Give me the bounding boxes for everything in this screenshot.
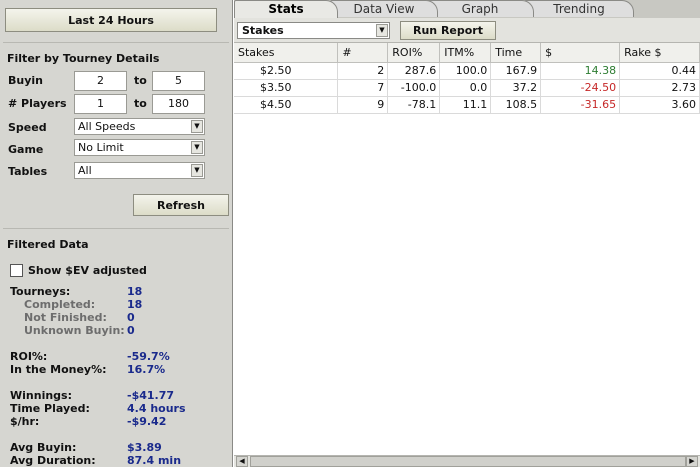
table-cell: -31.65: [540, 96, 621, 114]
buyin-label: Buyin: [8, 74, 43, 87]
stat-label: Time Played:: [10, 402, 90, 415]
chevron-down-icon[interactable]: ▼: [376, 24, 388, 37]
stat-label: Avg Duration:: [10, 454, 96, 467]
table-cell: 0.0: [439, 79, 492, 97]
arrow-left-icon[interactable]: ◀: [236, 456, 248, 467]
table-cell: 14.38: [540, 62, 621, 80]
stat-label: In the Money%:: [10, 363, 107, 376]
buyin-max-input[interactable]: 5: [152, 71, 205, 91]
table-cell: 287.6: [387, 62, 441, 80]
tab-data-view[interactable]: Data View: [330, 0, 438, 17]
table-cell: -24.50: [540, 79, 621, 97]
column-header-time[interactable]: Time: [490, 43, 542, 63]
stat-label: Completed:: [24, 298, 96, 311]
game-value: No Limit: [78, 141, 124, 154]
table-row[interactable]: $2.50 2 287.6 100.0 167.9 14.38 0.44: [234, 62, 700, 80]
stat-value: -$41.77: [127, 389, 175, 402]
table-cell: 0.44: [619, 62, 700, 80]
tab-stats[interactable]: Stats: [234, 0, 338, 18]
group-by-value: Stakes: [242, 24, 284, 37]
header-row: Stakes # ROI% ITM% Time $ Rake $: [234, 43, 700, 63]
table-cell: $2.50: [234, 62, 339, 80]
stat-label: Tourneys:: [10, 285, 71, 298]
players-label: # Players: [8, 97, 67, 110]
table-row[interactable]: $3.50 7 -100.0 0.0 37.2 -24.50 2.73: [234, 79, 700, 97]
table-cell: -78.1: [387, 96, 441, 114]
table-cell: 167.9: [490, 62, 542, 80]
table-cell: -100.0: [387, 79, 441, 97]
tab-graph[interactable]: Graph: [426, 0, 534, 17]
buyin-to-label: to: [134, 74, 147, 87]
divider: [3, 228, 229, 229]
stat-label: Avg Buyin:: [10, 441, 77, 454]
table-cell: 108.5: [490, 96, 542, 114]
chevron-down-icon[interactable]: ▼: [191, 164, 203, 177]
stat-value: 16.7%: [127, 363, 166, 376]
group-by-select[interactable]: Stakes ▼: [237, 22, 390, 39]
stat-value: 4.4 hours: [127, 402, 186, 415]
table-cell: $4.50: [234, 96, 339, 114]
stat-label: ROI%:: [10, 350, 48, 363]
tab-bar: Trending Graph Data View Stats: [234, 0, 700, 18]
stat-value: 18: [127, 298, 143, 311]
stat-label: Unknown Buyin:: [24, 324, 125, 337]
stat-value: 0: [127, 311, 135, 324]
chevron-down-icon[interactable]: ▼: [191, 120, 203, 133]
refresh-button[interactable]: Refresh: [133, 194, 229, 216]
speed-value: All Speeds: [78, 120, 136, 133]
last-24-hours-button[interactable]: Last 24 Hours: [5, 8, 217, 32]
table-cell: 11.1: [439, 96, 492, 114]
tables-value: All: [78, 164, 92, 177]
stat-label: $/hr:: [10, 415, 40, 428]
run-report-button[interactable]: Run Report: [400, 21, 496, 40]
tables-select[interactable]: All ▼: [74, 162, 205, 179]
stat-value: 87.4 min: [127, 454, 182, 467]
buyin-min-input[interactable]: 2: [74, 71, 127, 91]
table-cell: 9: [337, 96, 389, 114]
game-select[interactable]: No Limit ▼: [74, 139, 205, 156]
filter-panel: Last 24 Hours Filter by Tourney Details …: [0, 0, 233, 467]
players-max-input[interactable]: 180: [152, 94, 205, 114]
column-header-rake[interactable]: Rake $: [619, 43, 700, 63]
column-header-itm[interactable]: ITM%: [439, 43, 492, 63]
table-cell: $3.50: [234, 79, 339, 97]
stats-grid: Stakes # ROI% ITM% Time $ Rake $ $2.50 2…: [234, 43, 700, 455]
table-cell: 3.60: [619, 96, 700, 114]
players-to-label: to: [134, 97, 147, 110]
scrollbar-thumb[interactable]: [250, 456, 686, 467]
stat-value: -$9.42: [127, 415, 167, 428]
speed-select[interactable]: All Speeds ▼: [74, 118, 205, 135]
stat-value: -59.7%: [127, 350, 170, 363]
report-toolbar: Stakes ▼ Run Report: [234, 18, 700, 43]
table-row[interactable]: $4.50 9 -78.1 11.1 108.5 -31.65 3.60: [234, 96, 700, 114]
game-label: Game: [8, 143, 44, 156]
filter-section-title: Filter by Tourney Details: [7, 52, 160, 65]
table-cell: 100.0: [439, 62, 492, 80]
stat-label: Not Finished:: [24, 311, 107, 324]
stat-label: Winnings:: [10, 389, 72, 402]
chevron-down-icon[interactable]: ▼: [191, 141, 203, 154]
arrow-right-icon[interactable]: ▶: [686, 456, 698, 467]
column-header-count[interactable]: #: [337, 43, 389, 63]
table-cell: 2.73: [619, 79, 700, 97]
stat-value: 0: [127, 324, 135, 337]
column-header-winnings[interactable]: $: [540, 43, 621, 63]
tables-label: Tables: [8, 165, 48, 178]
table-cell: 7: [337, 79, 389, 97]
horizontal-scrollbar[interactable]: ◀ ▶: [234, 455, 700, 467]
players-min-input[interactable]: 1: [74, 94, 127, 114]
filtered-data-title: Filtered Data: [7, 238, 89, 251]
tab-trending[interactable]: Trending: [524, 0, 634, 17]
stat-value: $3.89: [127, 441, 162, 454]
speed-label: Speed: [8, 121, 47, 134]
table-cell: 37.2: [490, 79, 542, 97]
stats-table: Stakes # ROI% ITM% Time $ Rake $ $2.50 2…: [234, 43, 700, 114]
column-header-stakes[interactable]: Stakes: [234, 43, 339, 63]
stat-value: 18: [127, 285, 143, 298]
column-header-roi[interactable]: ROI%: [387, 43, 441, 63]
table-cell: 2: [337, 62, 389, 80]
show-ev-checkbox[interactable]: [10, 264, 23, 277]
show-ev-label: Show $EV adjusted: [28, 264, 147, 277]
divider: [3, 42, 229, 43]
